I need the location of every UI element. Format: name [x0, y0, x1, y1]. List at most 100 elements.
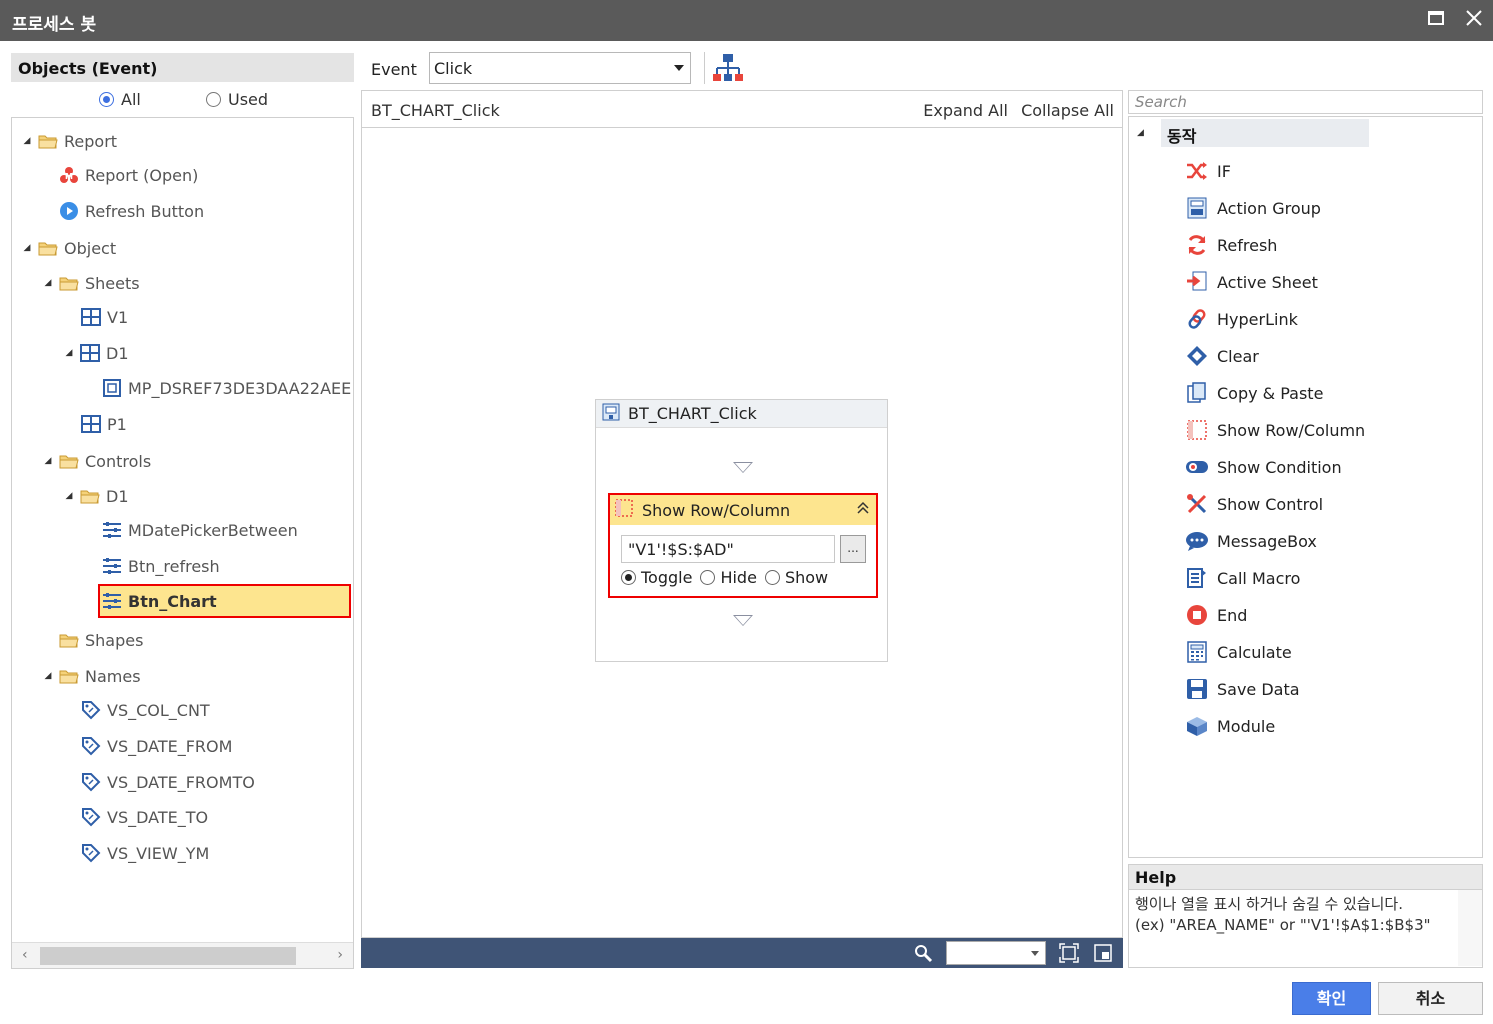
action-item-module[interactable]: Module	[1185, 714, 1275, 738]
tree-node-sheets[interactable]: ◢ Sheets	[43, 271, 140, 295]
action-item-show-row-column[interactable]: Show Row/Column	[1185, 418, 1365, 442]
fit-to-screen-icon[interactable]	[1059, 943, 1079, 963]
radio-selected-icon	[621, 570, 636, 585]
tree-node-v1[interactable]: V1	[81, 305, 128, 329]
help-body: 행이나 열을 표시 하거나 숨길 수 있습니다. (ex) "AREA_NAME…	[1128, 890, 1483, 968]
tag-icon	[81, 843, 101, 863]
action-item-active-sheet[interactable]: Active Sheet	[1185, 270, 1318, 294]
expand-triangle-icon[interactable]: ◢	[64, 348, 74, 358]
message-icon	[1185, 529, 1209, 553]
action-item-if[interactable]: IF	[1185, 159, 1231, 183]
range-input[interactable]: "V1'!$S:$AD"	[621, 535, 835, 563]
tree-node-controls[interactable]: ◢ Controls	[43, 449, 152, 473]
tree-node-refresh-button[interactable]: Refresh Button	[59, 199, 204, 223]
expand-triangle-icon[interactable]: ◢	[43, 671, 53, 681]
tree-node-mp-dsref[interactable]: MP_DSREF73DE3DAA22AEE	[102, 376, 351, 400]
option-show-radio[interactable]: Show	[764, 568, 828, 587]
expand-triangle-icon[interactable]: ◢	[64, 491, 74, 501]
radio-selected-icon	[99, 92, 114, 107]
tree-node-label: VS_DATE_FROMTO	[107, 772, 255, 792]
tree-node-p1[interactable]: P1	[81, 412, 127, 436]
tree-horizontal-scrollbar[interactable]: ‹ ›	[12, 942, 353, 968]
filter-all-radio[interactable]: All	[99, 90, 141, 109]
action-item-messagebox[interactable]: MessageBox	[1185, 529, 1317, 553]
zoom-search-icon[interactable]	[913, 943, 933, 963]
action-item-end[interactable]: End	[1185, 603, 1247, 627]
scroll-right-icon[interactable]: ›	[337, 947, 343, 963]
expand-triangle-icon[interactable]: ◢	[43, 456, 53, 466]
action-item-hyperlink[interactable]: HyperLink	[1185, 307, 1298, 331]
tree-node-label: P1	[107, 414, 127, 434]
option-hide-radio[interactable]: Hide	[700, 568, 757, 587]
maximize-icon[interactable]	[1424, 8, 1448, 32]
tree-node-vs-col-cnt[interactable]: VS_COL_CNT	[81, 698, 210, 722]
folder-icon	[59, 273, 79, 293]
tree-node-vs-date-fromto[interactable]: VS_DATE_FROMTO	[81, 770, 255, 794]
save-icon	[1185, 677, 1209, 701]
ok-button[interactable]: 확인	[1292, 982, 1371, 1015]
filter-used-radio[interactable]: Used	[206, 90, 268, 109]
expand-all-button[interactable]: Expand All	[923, 101, 1008, 120]
tree-node-mdatepicker[interactable]: MDatePickerBetween	[102, 518, 298, 542]
action-item-clear[interactable]: Clear	[1185, 344, 1259, 368]
browse-button[interactable]: ...	[840, 535, 866, 563]
scrollbar-thumb[interactable]	[40, 947, 296, 965]
help-vertical-scrollbar[interactable]	[1458, 890, 1482, 966]
tree-node-btn-chart[interactable]: Btn_Chart	[98, 584, 351, 618]
action-item-show-control[interactable]: Show Control	[1185, 492, 1323, 516]
zoom-select[interactable]	[946, 941, 1046, 965]
action-item-label: Clear	[1217, 346, 1259, 366]
action-search-input[interactable]: Search	[1128, 90, 1483, 114]
close-icon[interactable]	[1462, 8, 1486, 32]
action-item-label: Save Data	[1217, 679, 1300, 699]
option-toggle-radio[interactable]: Toggle	[621, 568, 692, 587]
tree-node-d1-controls[interactable]: ◢ D1	[64, 484, 129, 508]
tree-node-d1-sheet[interactable]: ◢ D1	[64, 341, 129, 365]
expand-triangle-icon[interactable]: ◢	[22, 136, 32, 146]
canvas-statusbar	[361, 938, 1123, 968]
category-actions[interactable]: ◢ 동작	[1137, 119, 1369, 147]
flowchart-icon[interactable]	[711, 52, 745, 84]
action-item-action-group[interactable]: Action Group	[1185, 196, 1321, 220]
expand-triangle-icon[interactable]: ◢	[43, 278, 53, 288]
action-item-call-macro[interactable]: Call Macro	[1185, 566, 1300, 590]
tree-node-report-open[interactable]: M Report (Open)	[59, 163, 198, 187]
action-item-label: Copy & Paste	[1217, 383, 1324, 403]
flow-header: BT_CHART_Click Expand All Collapse All	[361, 90, 1123, 128]
collapse-all-button[interactable]: Collapse All	[1021, 101, 1114, 120]
tree-node-btn-refresh[interactable]: Btn_refresh	[102, 554, 220, 578]
calculator-icon	[1185, 640, 1209, 664]
collapse-up-icon[interactable]	[856, 501, 870, 519]
cancel-button[interactable]: 취소	[1378, 982, 1483, 1015]
object-tree[interactable]: ◢ Report M Report (Open) Refresh Button …	[11, 117, 354, 969]
action-item-save-data[interactable]: Save Data	[1185, 677, 1300, 701]
category-label: 동작	[1161, 119, 1369, 147]
report-open-icon: M	[59, 165, 79, 185]
scroll-left-icon[interactable]: ‹	[22, 947, 28, 963]
folder-icon	[59, 666, 79, 686]
tree-node-vs-date-to[interactable]: VS_DATE_TO	[81, 805, 208, 829]
tree-node-report[interactable]: ◢ Report	[22, 129, 118, 153]
actual-size-icon[interactable]	[1093, 943, 1113, 963]
tree-node-label: VS_COL_CNT	[107, 700, 210, 720]
event-block[interactable]: BT_CHART_Click Show Row/Column "V1'!$S:$…	[595, 399, 888, 662]
flow-name: BT_CHART_Click	[371, 101, 500, 120]
tree-node-names[interactable]: ◢ Names	[43, 664, 141, 688]
tree-node-shapes[interactable]: Shapes	[59, 628, 143, 652]
action-item-label: Show Control	[1217, 494, 1324, 514]
action-item-label: HyperLink	[1217, 309, 1298, 329]
tree-node-vs-view-ym[interactable]: VS_VIEW_YM	[81, 841, 209, 865]
event-select[interactable]: Click	[429, 52, 691, 84]
expand-triangle-icon[interactable]: ◢	[1137, 128, 1147, 138]
action-item-refresh[interactable]: Refresh	[1185, 233, 1277, 257]
event-block-icon	[602, 403, 620, 425]
action-item-calculate[interactable]: Calculate	[1185, 640, 1292, 664]
tree-node-label: VS_VIEW_YM	[107, 843, 210, 863]
action-item-copy-paste[interactable]: Copy & Paste	[1185, 381, 1323, 405]
svg-text:M: M	[65, 172, 73, 181]
tree-node-object[interactable]: ◢ Object	[22, 236, 117, 260]
action-show-row-column[interactable]: Show Row/Column "V1'!$S:$AD" ... Toggle …	[608, 493, 878, 598]
expand-triangle-icon[interactable]: ◢	[22, 243, 32, 253]
action-item-show-condition[interactable]: Show Condition	[1185, 455, 1342, 479]
tree-node-vs-date-from[interactable]: VS_DATE_FROM	[81, 734, 232, 758]
